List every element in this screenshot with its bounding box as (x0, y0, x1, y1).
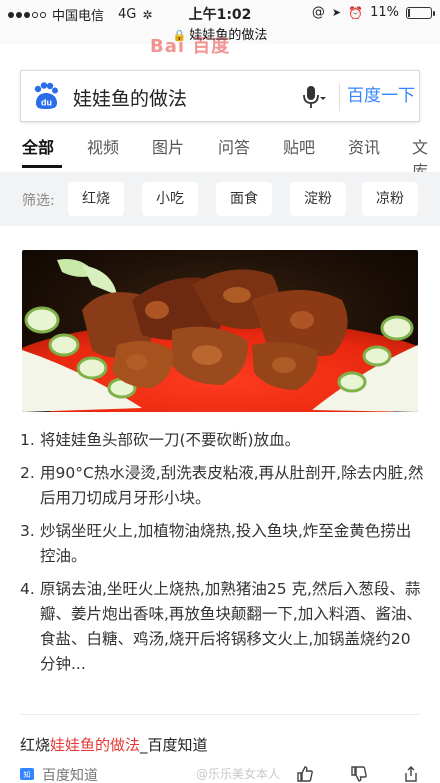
title-highlight: 娃娃鱼的做法 (50, 736, 141, 754)
share-icon[interactable] (402, 765, 420, 783)
step-text: 原锅去油,坐旺火上烧热,加熟猪油25 克,然后入葱段、蒜瓣、姜片炮出香味,再放鱼… (40, 580, 422, 673)
filter-chip-xiaochi[interactable]: 小吃 (142, 182, 198, 216)
url-title-text: 娃娃鱼的做法 (189, 28, 268, 43)
step-number: 1. (20, 431, 35, 449)
tab-images[interactable]: 图片 (152, 134, 184, 158)
step-number: 3. (20, 522, 35, 540)
step-number: 4. (20, 580, 35, 598)
search-divider (339, 83, 340, 111)
active-tab-indicator (22, 165, 62, 168)
svg-text:知: 知 (24, 770, 31, 779)
battery-percent: 11% (370, 5, 399, 20)
url-title[interactable]: 🔒 娃娃鱼的做法 (0, 24, 440, 43)
result-title-link[interactable]: 红烧娃娃鱼的做法_百度知道 (20, 734, 208, 755)
at-icon: @ (311, 5, 325, 20)
recipe-step: 3. 炒锅坐旺火上,加植物油烧热,投入鱼块,炸至金黄色捞出控油。 (20, 519, 424, 569)
tab-all[interactable]: 全部 (22, 134, 54, 158)
card-divider (20, 714, 420, 715)
location-icon: ➤ (331, 6, 342, 19)
baidu-zhidao-icon: 知 (20, 768, 34, 780)
chevron-down-icon (320, 97, 326, 100)
search-tabs: 全部 视频 图片 问答 贴吧 资讯 文库 (0, 128, 440, 181)
microphone-icon[interactable] (301, 84, 327, 110)
alarm-icon: ⏰ (348, 5, 364, 20)
source-name[interactable]: 百度知道 (42, 765, 98, 783)
filter-chip-mianshi[interactable]: 面食 (216, 182, 272, 216)
battery-fill (408, 8, 410, 17)
filter-label: 筛选: (22, 193, 55, 209)
thumbs-up-icon[interactable] (296, 765, 314, 783)
recipe-step: 4. 原锅去油,坐旺火上烧热,加熟猪油25 克,然后入葱段、蒜瓣、姜片炮出香味,… (20, 577, 424, 677)
thumbs-down-icon[interactable] (350, 765, 368, 783)
recipe-step: 1. 将娃娃鱼头部砍一刀(不要砍断)放血。 (20, 428, 424, 453)
dish-image[interactable] (22, 250, 418, 412)
recipe-steps: 1. 将娃娃鱼头部砍一刀(不要砍断)放血。 2. 用90°C热水浸烫,刮洗表皮粘… (20, 428, 424, 685)
result-card[interactable]: 1. 将娃娃鱼头部砍一刀(不要砍断)放血。 2. 用90°C热水浸烫,刮洗表皮粘… (0, 238, 440, 783)
paw-logo-icon: du (34, 82, 58, 109)
filter-row: 筛选: 红烧 小吃 面食 淀粉 凉粉 (0, 172, 440, 226)
step-text: 将娃娃鱼头部砍一刀(不要砍断)放血。 (40, 431, 301, 449)
step-text: 炒锅坐旺火上,加植物油烧热,投入鱼块,炸至金黄色捞出控油。 (40, 522, 412, 565)
step-number: 2. (20, 464, 35, 482)
search-input[interactable]: 娃娃鱼的做法 (73, 84, 187, 111)
step-text: 用90°C热水浸烫,刮洗表皮粘液,再从肚剖开,除去内脏,然后用刀切成月牙形小块。 (40, 464, 424, 507)
tab-news[interactable]: 资讯 (348, 134, 380, 158)
filter-chip-hongshao[interactable]: 红烧 (68, 182, 124, 216)
search-button[interactable]: 百度一下 (341, 71, 421, 121)
recipe-step: 2. 用90°C热水浸烫,刮洗表皮粘液,再从肚剖开,除去内脏,然后用刀切成月牙形… (20, 461, 424, 511)
battery-icon (406, 6, 435, 19)
filter-chip-dianfen[interactable]: 淀粉 (290, 182, 346, 216)
title-prefix: 红烧 (20, 736, 51, 754)
search-box[interactable]: du 娃娃鱼的做法 百度一下 (20, 70, 420, 122)
result-footer: 知 百度知道 @乐乐美女本人 (20, 765, 420, 783)
lock-icon: 🔒 (172, 29, 187, 42)
tab-tieba[interactable]: 贴吧 (283, 134, 315, 158)
tab-video[interactable]: 视频 (87, 134, 119, 158)
tab-qa[interactable]: 问答 (218, 134, 250, 158)
url-bar[interactable]: Bai 百度 🔒 娃娃鱼的做法 (0, 22, 440, 57)
logo-text: du (41, 98, 52, 108)
watermark: @乐乐美女本人 (196, 767, 281, 781)
filter-chip-liangfen[interactable]: 凉粉 (362, 182, 418, 216)
title-suffix: _百度知道 (140, 736, 208, 754)
status-right: @ ➤ ⏰ 11% (311, 5, 435, 20)
